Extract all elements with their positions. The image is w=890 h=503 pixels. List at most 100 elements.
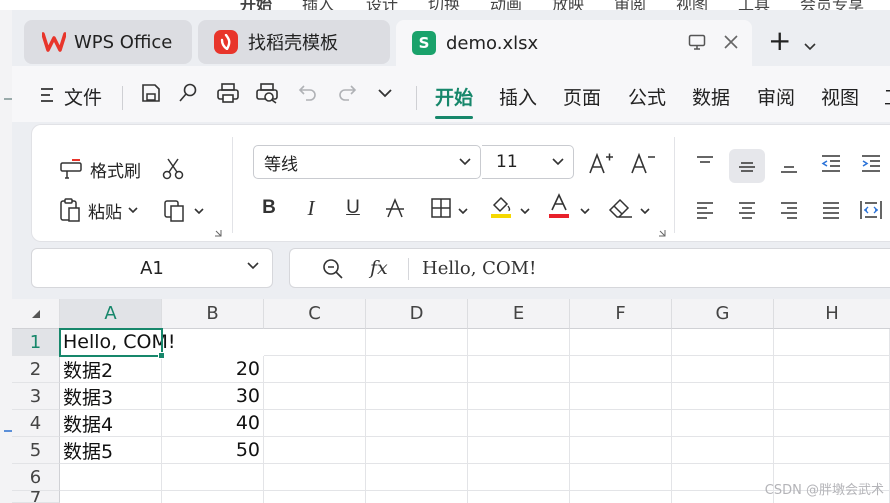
tab-list-chevron-icon[interactable] [804,36,816,55]
cell-a5[interactable]: 数据5 [60,437,162,464]
fill-color-chevron-icon[interactable] [520,204,530,217]
row-header-3[interactable]: 3 [12,383,60,410]
new-tab-button[interactable]: + [768,24,791,57]
empty-cell[interactable] [774,410,890,437]
underline-button[interactable]: U [340,195,366,221]
copy-chevron-icon[interactable] [194,208,204,214]
save-icon[interactable] [138,80,164,106]
column-header-c[interactable]: C [264,299,366,329]
cell-b2[interactable]: 20 [162,356,264,383]
decrease-indent-icon[interactable] [818,151,844,177]
empty-cell[interactable] [570,356,672,383]
column-header-b[interactable]: B [162,299,264,329]
empty-cell[interactable] [264,464,366,491]
empty-cell[interactable] [366,383,468,410]
empty-cell[interactable] [774,329,890,356]
row-header-5[interactable]: 5 [12,437,60,464]
empty-cell[interactable] [672,383,774,410]
column-header-f[interactable]: F [570,299,672,329]
column-header-a[interactable]: A [60,299,162,329]
empty-cell[interactable] [570,410,672,437]
clear-format-eraser-icon[interactable] [608,195,634,221]
close-tab-icon[interactable] [722,33,740,56]
empty-cell[interactable] [468,329,570,356]
name-box[interactable]: A1 [31,248,273,288]
menu-review[interactable]: 审阅 [757,83,795,110]
cut-icon[interactable] [160,156,186,182]
fill-color-icon[interactable] [488,193,514,219]
empty-cell[interactable] [570,437,672,464]
borders-icon[interactable] [428,195,454,221]
monitor-icon[interactable] [688,33,706,56]
column-header-d[interactable]: D [366,299,468,329]
redo-icon[interactable] [334,80,360,106]
font-size-select[interactable]: 11 [482,145,574,179]
empty-cell[interactable] [570,491,672,503]
column-header-h[interactable]: H [774,299,890,329]
empty-cell[interactable] [468,410,570,437]
menu-data[interactable]: 数据 [692,83,730,110]
print-preview-icon[interactable] [254,80,280,106]
menu-page[interactable]: 页面 [563,83,601,110]
strikethrough-icon[interactable] [382,195,408,221]
select-all-corner[interactable] [12,299,60,329]
font-color-chevron-icon[interactable] [580,204,590,217]
empty-cell[interactable] [570,383,672,410]
empty-cell[interactable] [468,383,570,410]
empty-cell[interactable] [672,329,774,356]
align-top-icon[interactable] [692,151,718,177]
empty-cell[interactable] [264,491,366,503]
empty-cell[interactable] [162,491,264,503]
empty-cell[interactable] [264,383,366,410]
empty-cell[interactable] [468,464,570,491]
empty-cell[interactable] [774,356,890,383]
empty-cell[interactable] [468,356,570,383]
menu-tools-partial[interactable]: 工 [884,83,890,110]
menu-home[interactable]: 开始 [435,83,474,119]
align-bottom-icon[interactable] [776,151,802,177]
align-left-icon[interactable] [692,197,718,223]
hamburger-menu-icon[interactable] [40,87,54,107]
empty-cell[interactable] [774,437,890,464]
empty-cell[interactable] [366,437,468,464]
decrease-font-size-icon[interactable] [630,151,656,177]
distributed-align-icon[interactable] [858,197,884,223]
paste-button[interactable]: 粘贴 [58,197,138,223]
empty-cell[interactable] [60,491,162,503]
empty-cell[interactable] [672,356,774,383]
empty-cell[interactable] [774,383,890,410]
empty-cell[interactable] [468,437,570,464]
increase-indent-icon[interactable] [858,151,884,177]
empty-cell[interactable] [672,410,774,437]
cell-b3[interactable]: 30 [162,383,264,410]
menu-view[interactable]: 视图 [821,83,859,110]
copy-icon[interactable] [162,198,188,224]
quick-access-chevron-icon[interactable] [372,80,398,106]
row-header-6[interactable]: 6 [12,464,60,491]
align-center-icon[interactable] [734,197,760,223]
font-dialog-launcher-icon[interactable] [658,229,666,237]
print-icon[interactable] [215,80,241,106]
undo-icon[interactable] [295,80,321,106]
cell-b5[interactable]: 50 [162,437,264,464]
empty-cell[interactable] [264,410,366,437]
cell-b4[interactable]: 40 [162,410,264,437]
insert-function-fx-icon[interactable]: fx [370,257,388,279]
empty-cell[interactable] [570,464,672,491]
empty-cell[interactable] [366,329,468,356]
row-header-1[interactable]: 1 [12,329,60,356]
empty-cell[interactable] [468,491,570,503]
tab-wps-office[interactable]: WPS Office [24,20,192,64]
cell-a1[interactable]: Hello, COM! [60,329,175,356]
menu-file[interactable]: 文件 [64,83,102,110]
format-painter-button[interactable]: 格式刷 [58,157,141,182]
font-color-icon[interactable] [546,193,572,219]
cell-a4[interactable]: 数据4 [60,410,162,437]
column-header-e[interactable]: E [468,299,570,329]
row-header-4[interactable]: 4 [12,410,60,437]
borders-chevron-icon[interactable] [458,204,468,217]
cell-a2[interactable]: 数据2 [60,356,162,383]
empty-cell[interactable] [672,464,774,491]
empty-cell[interactable] [60,464,162,491]
cell-a3[interactable]: 数据3 [60,383,162,410]
